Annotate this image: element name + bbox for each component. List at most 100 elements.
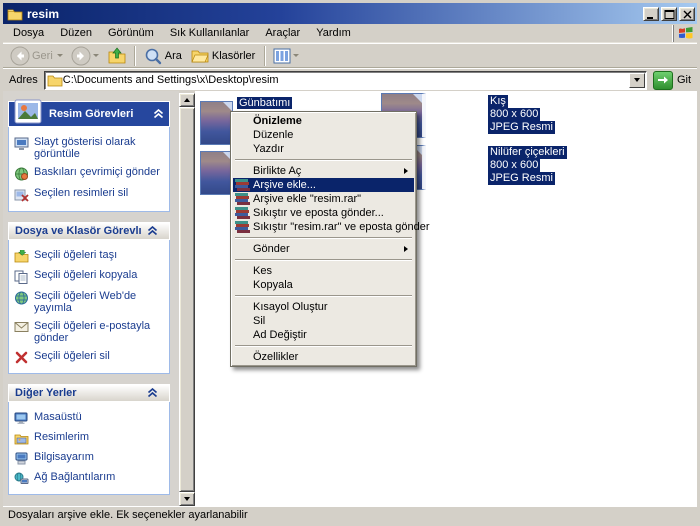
folders-icon xyxy=(190,47,210,65)
forward-icon xyxy=(71,46,91,66)
task-publish-web[interactable]: Seçili öğeleri Web'de yayımla xyxy=(13,287,167,317)
picture-tasks-icon xyxy=(13,97,43,125)
task-pane-scrollbar[interactable] xyxy=(179,93,195,506)
menu-item-arsive-ekle[interactable]: Arşive ekle... xyxy=(233,178,414,192)
menu-separator xyxy=(235,237,412,239)
back-button[interactable]: Geri xyxy=(7,45,68,67)
place-desktop[interactable]: Masaüstü xyxy=(13,408,167,428)
my-pictures-icon xyxy=(13,432,30,445)
task-order-prints[interactable]: Baskıları çevrimiçi gönder xyxy=(13,163,167,184)
folders-button[interactable]: Klasörler xyxy=(187,46,260,66)
file-name[interactable]: Nilüfer çiçekleri xyxy=(488,146,567,159)
slideshow-icon xyxy=(13,137,30,151)
task-move-items[interactable]: Seçili öğeleri taşı xyxy=(13,246,167,266)
publish-web-icon xyxy=(13,291,30,305)
menu-item-kes[interactable]: Kes xyxy=(233,264,414,278)
scrollbar-thumb[interactable] xyxy=(179,107,195,492)
menu-separator xyxy=(235,159,412,161)
menu-item-sikistir-eposta[interactable]: Sıkıştır ve eposta gönder... xyxy=(233,206,414,220)
menu-item-yazdir[interactable]: Yazdır xyxy=(233,142,414,156)
place-my-pictures[interactable]: Resimlerim xyxy=(13,428,167,448)
scroll-up-icon xyxy=(184,98,190,102)
chevron-up-icon[interactable] xyxy=(147,226,158,236)
address-bar: Adres C:\Documents and Settings\x\Deskto… xyxy=(3,68,697,91)
address-input[interactable]: C:\Documents and Settings\x\Desktop\resi… xyxy=(44,71,647,90)
menu-item-ad-degistir[interactable]: Ad Değiştir xyxy=(233,328,414,342)
place-label: Resimlerim xyxy=(34,431,89,443)
winrar-icon xyxy=(235,179,249,191)
menu-item-label: Birlikte Aç xyxy=(253,165,301,177)
task-delete-items[interactable]: Seçili öğeleri sil xyxy=(13,347,167,367)
menu-item-birlikte-ac[interactable]: Birlikte Aç xyxy=(233,164,414,178)
task-delete-pictures[interactable]: Seçilen resimleri sil xyxy=(13,184,167,205)
file-thumbnail-gunbatimi[interactable] xyxy=(200,101,233,145)
file-tile-nilufer[interactable]: Nilüfer çiçekleri 800 x 600 JPEG Resmi xyxy=(488,146,567,185)
scrollbar-down-button[interactable] xyxy=(179,492,195,506)
menu-item-sil[interactable]: Sil xyxy=(233,314,414,328)
window-title: resim xyxy=(27,7,641,21)
search-icon xyxy=(143,47,163,65)
desktop-icon xyxy=(13,412,30,425)
chevron-up-icon[interactable] xyxy=(147,388,158,398)
file-type: JPEG Resmi xyxy=(488,121,555,134)
winrar-icon xyxy=(235,193,249,205)
views-button[interactable] xyxy=(270,47,304,65)
menu-araclar[interactable]: Araçlar xyxy=(257,25,308,41)
forward-dropdown-icon[interactable] xyxy=(93,54,99,57)
views-icon xyxy=(273,48,291,64)
file-name[interactable]: Kış xyxy=(488,95,508,108)
delete-pictures-icon xyxy=(13,188,30,202)
file-name[interactable]: Günbatımı xyxy=(237,97,292,109)
place-my-computer[interactable]: Bilgisayarım xyxy=(13,448,167,468)
address-dropdown-button[interactable] xyxy=(629,73,645,88)
back-dropdown-icon[interactable] xyxy=(57,54,63,57)
file-tile-kis[interactable]: Kış 800 x 600 JPEG Resmi xyxy=(488,95,555,134)
go-button[interactable] xyxy=(653,71,673,90)
task-slideshow[interactable]: Slayt gösterisi olarak görüntüle xyxy=(13,133,167,163)
up-button[interactable] xyxy=(104,46,130,66)
menu-item-label: Sıkıştır ve eposta gönder... xyxy=(253,207,384,219)
task-label: Seçili öğeleri sil xyxy=(34,350,110,362)
title-bar: resim xyxy=(3,3,697,24)
menu-item-label: Sıkıştır "resim.rar" ve eposta gönder xyxy=(253,221,430,233)
submenu-arrow-icon xyxy=(404,246,408,252)
menu-item-kisayol-olustur[interactable]: Kısayol Oluştur xyxy=(233,300,414,314)
task-copy-items[interactable]: Seçili öğeleri kopyala xyxy=(13,266,167,287)
scrollbar-up-button[interactable] xyxy=(179,93,195,107)
forward-button[interactable] xyxy=(68,45,104,67)
minimize-button[interactable] xyxy=(643,7,659,21)
menu-sik-kullanilanlar[interactable]: Sık Kullanılanlar xyxy=(162,25,258,41)
file-thumbnail[interactable] xyxy=(200,151,233,195)
menu-duzen[interactable]: Düzen xyxy=(52,25,100,41)
views-dropdown-icon[interactable] xyxy=(293,54,299,57)
search-button[interactable]: Ara xyxy=(140,46,187,66)
menu-yardim[interactable]: Yardım xyxy=(308,25,359,41)
task-email-items[interactable]: Seçili öğeleri e-postayla gönder xyxy=(13,317,167,347)
address-folder-icon xyxy=(47,74,63,87)
menu-separator xyxy=(235,295,412,297)
file-dimensions: 800 x 600 xyxy=(488,159,540,172)
up-folder-icon xyxy=(107,47,127,65)
place-network[interactable]: Ağ Bağlantılarım xyxy=(13,468,167,488)
task-label: Slayt gösterisi olarak görüntüle xyxy=(34,136,167,160)
menu-item-arsive-ekle-rar[interactable]: Arşive ekle "resim.rar" xyxy=(233,192,414,206)
menu-item-kopyala[interactable]: Kopyala xyxy=(233,278,414,292)
place-label: Bilgisayarım xyxy=(34,451,94,463)
menu-item-onizleme[interactable]: Önizleme xyxy=(233,114,414,128)
menu-item-ozellikler[interactable]: Özellikler xyxy=(233,350,414,364)
place-label: Ağ Bağlantılarım xyxy=(34,471,115,483)
picture-tasks-header[interactable]: Resim Görevleri xyxy=(8,101,170,127)
menu-item-duzenle[interactable]: Düzenle xyxy=(233,128,414,142)
network-places-icon xyxy=(13,472,30,485)
menu-item-sikistir-rar-eposta[interactable]: Sıkıştır "resim.rar" ve eposta gönder xyxy=(233,220,414,234)
other-places-header[interactable]: Diğer Yerler xyxy=(8,384,170,402)
close-button[interactable] xyxy=(679,7,695,21)
menu-gorunum[interactable]: Görünüm xyxy=(100,25,162,41)
menu-dosya[interactable]: Dosya xyxy=(5,25,52,41)
file-tasks-header[interactable]: Dosya ve Klasör Görevlı xyxy=(8,222,170,240)
copy-items-icon xyxy=(13,270,30,284)
maximize-button[interactable] xyxy=(661,7,677,21)
go-label: Git xyxy=(673,74,695,86)
menu-item-gonder[interactable]: Gönder xyxy=(233,242,414,256)
chevron-up-icon[interactable] xyxy=(153,109,164,119)
